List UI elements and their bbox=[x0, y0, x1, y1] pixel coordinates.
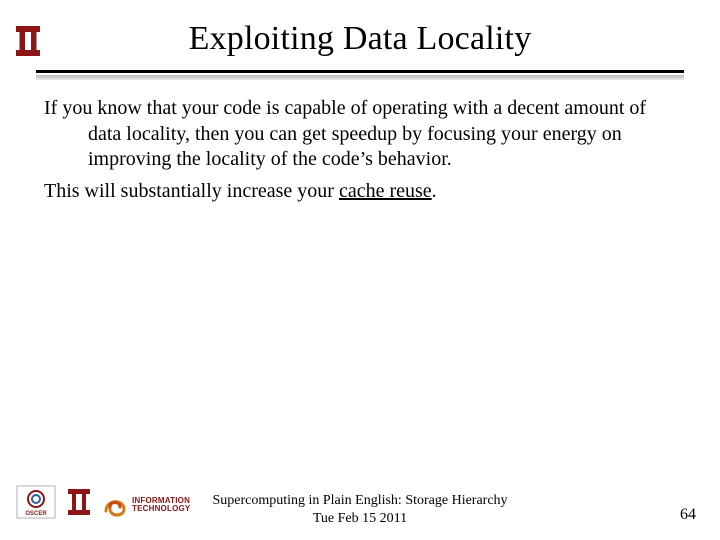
ou-logo-small-icon bbox=[66, 485, 92, 524]
title-rule bbox=[36, 70, 684, 80]
slide-header: Exploiting Data Locality bbox=[0, 0, 720, 80]
it-swirl-icon bbox=[102, 491, 128, 519]
footer-logos: OSCER INFORMATION TECHNOLOGY bbox=[16, 485, 190, 524]
slide: Exploiting Data Locality If you know tha… bbox=[0, 0, 720, 540]
paragraph-1: If you know that your code is capable of… bbox=[44, 96, 676, 173]
paragraph-2-prefix: This will substantially increase your bbox=[44, 180, 339, 202]
slide-body: If you know that your code is capable of… bbox=[0, 80, 720, 204]
it-logo: INFORMATION TECHNOLOGY bbox=[102, 491, 190, 519]
paragraph-2-underlined: cache reuse bbox=[339, 180, 432, 202]
slide-title: Exploiting Data Locality bbox=[0, 20, 720, 58]
paragraph-1-text: If you know that your code is capable of… bbox=[44, 97, 646, 170]
svg-text:OSCER: OSCER bbox=[25, 511, 47, 517]
ou-logo-icon bbox=[12, 20, 44, 67]
slide-footer: OSCER INFORMATION TECHNOLOGY Supe bbox=[0, 492, 720, 528]
paragraph-2: This will substantially increase your ca… bbox=[44, 179, 676, 205]
it-logo-text: INFORMATION TECHNOLOGY bbox=[132, 497, 190, 513]
oscer-logo-icon: OSCER bbox=[16, 485, 56, 524]
page-number: 64 bbox=[680, 506, 696, 524]
it-line2: TECHNOLOGY bbox=[132, 505, 190, 513]
paragraph-2-suffix: . bbox=[432, 180, 437, 202]
